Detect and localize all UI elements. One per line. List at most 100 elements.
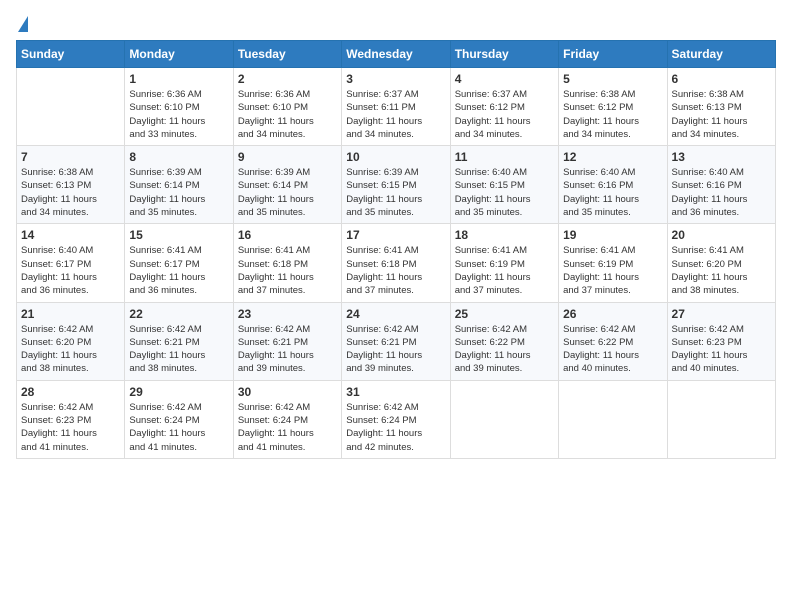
day-number: 19	[563, 228, 662, 242]
cell-info: Sunrise: 6:39 AMSunset: 6:14 PMDaylight:…	[129, 166, 228, 219]
calendar-cell: 15 Sunrise: 6:41 AMSunset: 6:17 PMDayligh…	[125, 224, 233, 302]
weekday-header-thursday: Thursday	[450, 41, 558, 68]
weekday-header-friday: Friday	[559, 41, 667, 68]
calendar-cell: 19 Sunrise: 6:41 AMSunset: 6:19 PMDayligh…	[559, 224, 667, 302]
day-number: 15	[129, 228, 228, 242]
cell-info: Sunrise: 6:38 AMSunset: 6:13 PMDaylight:…	[21, 166, 120, 219]
calendar-cell	[559, 380, 667, 458]
day-number: 23	[238, 307, 337, 321]
cell-info: Sunrise: 6:42 AMSunset: 6:24 PMDaylight:…	[129, 401, 228, 454]
calendar-week-row: 14 Sunrise: 6:40 AMSunset: 6:17 PMDayligh…	[17, 224, 776, 302]
calendar-cell: 5Sunrise: 6:38 AMSunset: 6:12 PMDaylight…	[559, 68, 667, 146]
calendar-cell: 11 Sunrise: 6:40 AMSunset: 6:15 PMDayligh…	[450, 146, 558, 224]
day-number: 10	[346, 150, 445, 164]
cell-info: Sunrise: 6:36 AMSunset: 6:10 PMDaylight:…	[129, 88, 228, 141]
calendar-cell: 23 Sunrise: 6:42 AMSunset: 6:21 PMDayligh…	[233, 302, 341, 380]
cell-info: Sunrise: 6:40 AMSunset: 6:16 PMDaylight:…	[672, 166, 771, 219]
cell-info: Sunrise: 6:40 AMSunset: 6:16 PMDaylight:…	[563, 166, 662, 219]
day-number: 11	[455, 150, 554, 164]
day-number: 17	[346, 228, 445, 242]
cell-info: Sunrise: 6:39 AMSunset: 6:14 PMDaylight:…	[238, 166, 337, 219]
calendar-cell: 16 Sunrise: 6:41 AMSunset: 6:18 PMDayligh…	[233, 224, 341, 302]
day-number: 7	[21, 150, 120, 164]
header	[16, 16, 776, 32]
day-number: 20	[672, 228, 771, 242]
logo-icon	[18, 16, 28, 32]
cell-info: Sunrise: 6:37 AMSunset: 6:11 PMDaylight:…	[346, 88, 445, 141]
calendar-cell: 29 Sunrise: 6:42 AMSunset: 6:24 PMDayligh…	[125, 380, 233, 458]
cell-info: Sunrise: 6:42 AMSunset: 6:21 PMDaylight:…	[129, 323, 228, 376]
calendar-cell: 12Sunrise: 6:40 AMSunset: 6:16 PMDayligh…	[559, 146, 667, 224]
cell-info: Sunrise: 6:38 AMSunset: 6:12 PMDaylight:…	[563, 88, 662, 141]
cell-info: Sunrise: 6:42 AMSunset: 6:22 PMDaylight:…	[455, 323, 554, 376]
cell-info: Sunrise: 6:39 AMSunset: 6:15 PMDaylight:…	[346, 166, 445, 219]
calendar-cell: 25 Sunrise: 6:42 AMSunset: 6:22 PMDayligh…	[450, 302, 558, 380]
day-number: 28	[21, 385, 120, 399]
calendar-cell: 20Sunrise: 6:41 AMSunset: 6:20 PMDayligh…	[667, 224, 775, 302]
day-number: 1	[129, 72, 228, 86]
calendar-cell: 3 Sunrise: 6:37 AMSunset: 6:11 PMDaylight…	[342, 68, 450, 146]
calendar-cell: 13Sunrise: 6:40 AMSunset: 6:16 PMDayligh…	[667, 146, 775, 224]
calendar-cell: 31Sunrise: 6:42 AMSunset: 6:24 PMDayligh…	[342, 380, 450, 458]
weekday-header-monday: Monday	[125, 41, 233, 68]
calendar-week-row: 28 Sunrise: 6:42 AMSunset: 6:23 PMDayligh…	[17, 380, 776, 458]
cell-info: Sunrise: 6:42 AMSunset: 6:20 PMDaylight:…	[21, 323, 120, 376]
calendar-cell: 14 Sunrise: 6:40 AMSunset: 6:17 PMDayligh…	[17, 224, 125, 302]
cell-info: Sunrise: 6:36 AMSunset: 6:10 PMDaylight:…	[238, 88, 337, 141]
calendar-cell: 26 Sunrise: 6:42 AMSunset: 6:22 PMDayligh…	[559, 302, 667, 380]
day-number: 4	[455, 72, 554, 86]
day-number: 25	[455, 307, 554, 321]
calendar-cell: 21 Sunrise: 6:42 AMSunset: 6:20 PMDayligh…	[17, 302, 125, 380]
calendar-cell	[450, 380, 558, 458]
calendar-cell	[17, 68, 125, 146]
cell-info: Sunrise: 6:42 AMSunset: 6:21 PMDaylight:…	[238, 323, 337, 376]
calendar-week-row: 21 Sunrise: 6:42 AMSunset: 6:20 PMDayligh…	[17, 302, 776, 380]
cell-info: Sunrise: 6:40 AMSunset: 6:17 PMDaylight:…	[21, 244, 120, 297]
cell-info: Sunrise: 6:40 AMSunset: 6:15 PMDaylight:…	[455, 166, 554, 219]
day-number: 3	[346, 72, 445, 86]
calendar-cell: 18 Sunrise: 6:41 AMSunset: 6:19 PMDayligh…	[450, 224, 558, 302]
cell-info: Sunrise: 6:41 AMSunset: 6:19 PMDaylight:…	[563, 244, 662, 297]
calendar-cell: 28 Sunrise: 6:42 AMSunset: 6:23 PMDayligh…	[17, 380, 125, 458]
day-number: 2	[238, 72, 337, 86]
calendar-cell: 8 Sunrise: 6:39 AMSunset: 6:14 PMDaylight…	[125, 146, 233, 224]
calendar-cell: 17 Sunrise: 6:41 AMSunset: 6:18 PMDayligh…	[342, 224, 450, 302]
day-number: 22	[129, 307, 228, 321]
calendar-cell: 4 Sunrise: 6:37 AMSunset: 6:12 PMDaylight…	[450, 68, 558, 146]
cell-info: Sunrise: 6:41 AMSunset: 6:19 PMDaylight:…	[455, 244, 554, 297]
calendar-cell	[667, 380, 775, 458]
day-number: 21	[21, 307, 120, 321]
day-number: 27	[672, 307, 771, 321]
calendar-cell: 10 Sunrise: 6:39 AMSunset: 6:15 PMDayligh…	[342, 146, 450, 224]
cell-info: Sunrise: 6:38 AMSunset: 6:13 PMDaylight:…	[672, 88, 771, 141]
calendar-cell: 30 Sunrise: 6:42 AMSunset: 6:24 PMDayligh…	[233, 380, 341, 458]
calendar-cell: 22 Sunrise: 6:42 AMSunset: 6:21 PMDayligh…	[125, 302, 233, 380]
calendar-cell: 7 Sunrise: 6:38 AMSunset: 6:13 PMDaylight…	[17, 146, 125, 224]
cell-info: Sunrise: 6:41 AMSunset: 6:17 PMDaylight:…	[129, 244, 228, 297]
day-number: 26	[563, 307, 662, 321]
cell-info: Sunrise: 6:41 AMSunset: 6:18 PMDaylight:…	[346, 244, 445, 297]
cell-info: Sunrise: 6:37 AMSunset: 6:12 PMDaylight:…	[455, 88, 554, 141]
day-number: 29	[129, 385, 228, 399]
day-number: 18	[455, 228, 554, 242]
cell-info: Sunrise: 6:42 AMSunset: 6:24 PMDaylight:…	[238, 401, 337, 454]
cell-info: Sunrise: 6:41 AMSunset: 6:18 PMDaylight:…	[238, 244, 337, 297]
calendar-week-row: 7 Sunrise: 6:38 AMSunset: 6:13 PMDaylight…	[17, 146, 776, 224]
day-number: 6	[672, 72, 771, 86]
calendar-table: SundayMondayTuesdayWednesdayThursdayFrid…	[16, 40, 776, 459]
calendar-cell: 6 Sunrise: 6:38 AMSunset: 6:13 PMDaylight…	[667, 68, 775, 146]
logo	[16, 16, 28, 32]
calendar-cell: 1 Sunrise: 6:36 AMSunset: 6:10 PMDaylight…	[125, 68, 233, 146]
cell-info: Sunrise: 6:42 AMSunset: 6:21 PMDaylight:…	[346, 323, 445, 376]
day-number: 16	[238, 228, 337, 242]
day-number: 30	[238, 385, 337, 399]
weekday-header-wednesday: Wednesday	[342, 41, 450, 68]
day-number: 31	[346, 385, 445, 399]
cell-info: Sunrise: 6:42 AMSunset: 6:23 PMDaylight:…	[672, 323, 771, 376]
day-number: 14	[21, 228, 120, 242]
day-number: 24	[346, 307, 445, 321]
weekday-header-saturday: Saturday	[667, 41, 775, 68]
day-number: 8	[129, 150, 228, 164]
cell-info: Sunrise: 6:42 AMSunset: 6:22 PMDaylight:…	[563, 323, 662, 376]
cell-info: Sunrise: 6:42 AMSunset: 6:23 PMDaylight:…	[21, 401, 120, 454]
